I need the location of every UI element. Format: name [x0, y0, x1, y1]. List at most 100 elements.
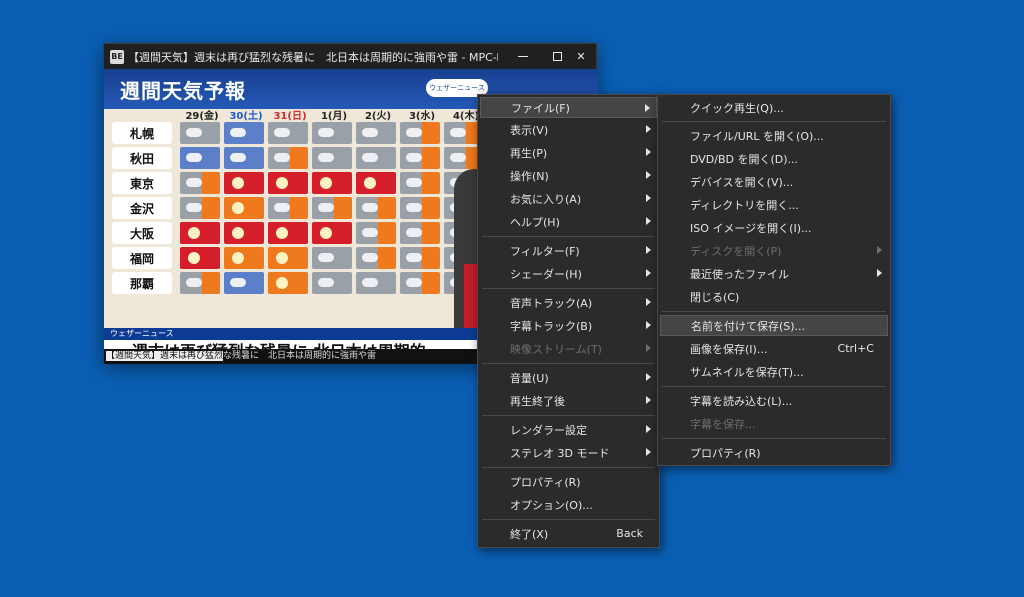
menu-item-save-subtitle[interactable]: 字幕を保存...: [660, 413, 888, 434]
menu-item-shaders[interactable]: シェーダー(H): [480, 263, 657, 284]
weather-icon: [312, 172, 352, 194]
submenu-arrow-icon: [646, 246, 651, 254]
status-text: な残暑に 北日本は周期的に強雨や雷: [223, 351, 377, 361]
weather-icon: [268, 247, 308, 269]
menu-item-label: 最近使ったファイル: [690, 267, 789, 281]
menu-shortcut: Ctrl+C: [837, 342, 874, 355]
menu-item-save-thumbnails[interactable]: サムネイルを保存(T)...: [660, 361, 888, 382]
menu-item-properties[interactable]: プロパティ(R): [480, 471, 657, 492]
menu-item-label: お気に入り(A): [510, 192, 582, 206]
file-submenu: クイック再生(Q)... ファイル/URL を開く(O)... DVD/BD を…: [657, 94, 891, 466]
menu-separator: [482, 519, 655, 520]
submenu-arrow-icon: [877, 269, 882, 277]
menu-item-label: プロパティ(R): [690, 446, 761, 460]
menu-item-navigate[interactable]: 操作(N): [480, 165, 657, 186]
menu-item-label: 閉じる(C): [690, 290, 740, 304]
weather-icon: [356, 147, 396, 169]
menu-separator: [662, 121, 886, 122]
close-button[interactable]: ✕: [564, 44, 598, 69]
menu-item-label: ヘルプ(H): [510, 215, 560, 229]
submenu-arrow-icon: [646, 425, 651, 433]
menu-item-label: ファイル(F): [511, 101, 570, 115]
menu-item-label: 表示(V): [510, 123, 549, 137]
menu-item-save-as[interactable]: 名前を付けて保存(S)...: [660, 315, 888, 336]
menu-item-subtitle-track[interactable]: 字幕トラック(B): [480, 315, 657, 336]
minimize-button[interactable]: [506, 44, 540, 69]
menu-item-label: ディスクを開く(P): [690, 244, 782, 258]
weather-icon: [312, 222, 352, 244]
menu-item-recent-files[interactable]: 最近使ったファイル: [660, 263, 888, 284]
menu-item-options[interactable]: オプション(O)...: [480, 494, 657, 515]
submenu-arrow-icon: [646, 269, 651, 277]
menu-item-after-playback[interactable]: 再生終了後: [480, 390, 657, 411]
city-label: 金沢: [112, 197, 172, 219]
weather-icon: [268, 272, 308, 294]
menu-item-stereo-3d[interactable]: ステレオ 3D モード: [480, 442, 657, 463]
day-label: 31(日): [273, 111, 307, 122]
menu-separator: [482, 236, 655, 237]
weather-icon: [180, 147, 220, 169]
menu-item-filters[interactable]: フィルター(F): [480, 240, 657, 261]
menu-item-load-subtitle[interactable]: 字幕を読み込む(L)...: [660, 390, 888, 411]
menu-item-label: ディレクトリを開く...: [690, 198, 799, 212]
app-icon: BE: [110, 49, 124, 64]
maximize-icon: [552, 52, 562, 61]
menu-item-play[interactable]: 再生(P): [480, 142, 657, 163]
menu-item-label: クイック再生(Q)...: [690, 101, 784, 115]
weather-icon: [400, 222, 440, 244]
menu-item-save-image[interactable]: 画像を保存(I)... Ctrl+C: [660, 338, 888, 359]
menu-separator: [482, 288, 655, 289]
weather-icon: [312, 147, 352, 169]
menu-item-quick-open[interactable]: クイック再生(Q)...: [660, 97, 888, 118]
weather-icon: [356, 222, 396, 244]
menu-item-view[interactable]: 表示(V): [480, 119, 657, 140]
weather-icon: [400, 147, 440, 169]
submenu-arrow-icon: [646, 373, 651, 381]
menu-item-volume[interactable]: 音量(U): [480, 367, 657, 388]
weather-icon: [312, 197, 352, 219]
submenu-arrow-icon: [646, 125, 651, 133]
menu-item-open-iso[interactable]: ISO イメージを開く(I)...: [660, 217, 888, 238]
forecast-row: 那覇: [112, 272, 488, 294]
submenu-arrow-icon: [646, 396, 651, 404]
menu-item-open-disc[interactable]: ディスクを開く(P): [660, 240, 888, 261]
weather-icon: [180, 247, 220, 269]
submenu-arrow-icon: [646, 171, 651, 179]
title-bar[interactable]: BE 【週間天気】週末は再び猛烈な残暑に 北日本は周期的に強雨や雷 - MPC-…: [104, 44, 596, 69]
weather-icon: [400, 172, 440, 194]
menu-item-file[interactable]: ファイル(F): [480, 97, 657, 118]
menu-item-renderer-settings[interactable]: レンダラー設定: [480, 419, 657, 440]
menu-item-open-directory[interactable]: ディレクトリを開く...: [660, 194, 888, 215]
menu-item-label: フィルター(F): [510, 244, 580, 258]
forecast-row: 秋田: [112, 147, 488, 169]
weather-icon: [180, 172, 220, 194]
menu-item-video-stream[interactable]: 映像ストリーム(T): [480, 338, 657, 359]
menu-item-audio-track[interactable]: 音声トラック(A): [480, 292, 657, 313]
window-title: 【週間天気】週末は再び猛烈な残暑に 北日本は周期的に強雨や雷 - MPC-BE …: [128, 50, 498, 64]
city-label: 大阪: [112, 222, 172, 244]
menu-item-help[interactable]: ヘルプ(H): [480, 211, 657, 232]
city-label: 那覇: [112, 272, 172, 294]
menu-separator: [482, 467, 655, 468]
status-text-highlight: 【週間天気】週末は再び猛烈: [106, 351, 224, 361]
menu-item-close[interactable]: 閉じる(C): [660, 286, 888, 307]
menu-item-label: 再生(P): [510, 146, 548, 160]
forecast-grid: 札幌 秋田 東京 金沢 大阪 福岡 那覇: [112, 122, 488, 297]
weather-icon: [312, 122, 352, 144]
menu-item-label: 音量(U): [510, 371, 549, 385]
menu-item-exit[interactable]: 終了(X) Back: [480, 523, 657, 544]
weather-icon: [356, 172, 396, 194]
menu-item-open-dvd-bd[interactable]: DVD/BD を開く(D)...: [660, 148, 888, 169]
forecast-row: 東京: [112, 172, 488, 194]
menu-item-label: レンダラー設定: [510, 423, 587, 437]
menu-item-open-device[interactable]: デバイスを開く(V)...: [660, 171, 888, 192]
weather-icon: [224, 147, 264, 169]
menu-item-label: デバイスを開く(V)...: [690, 175, 794, 189]
menu-item-favorites[interactable]: お気に入り(A): [480, 188, 657, 209]
weather-icon: [224, 272, 264, 294]
menu-item-open-file-url[interactable]: ファイル/URL を開く(O)...: [660, 125, 888, 146]
menu-item-file-properties[interactable]: プロパティ(R): [660, 442, 888, 463]
menu-item-label: 操作(N): [510, 169, 549, 183]
forecast-row: 福岡: [112, 247, 488, 269]
video-heading: 週間天気予報: [120, 78, 246, 103]
